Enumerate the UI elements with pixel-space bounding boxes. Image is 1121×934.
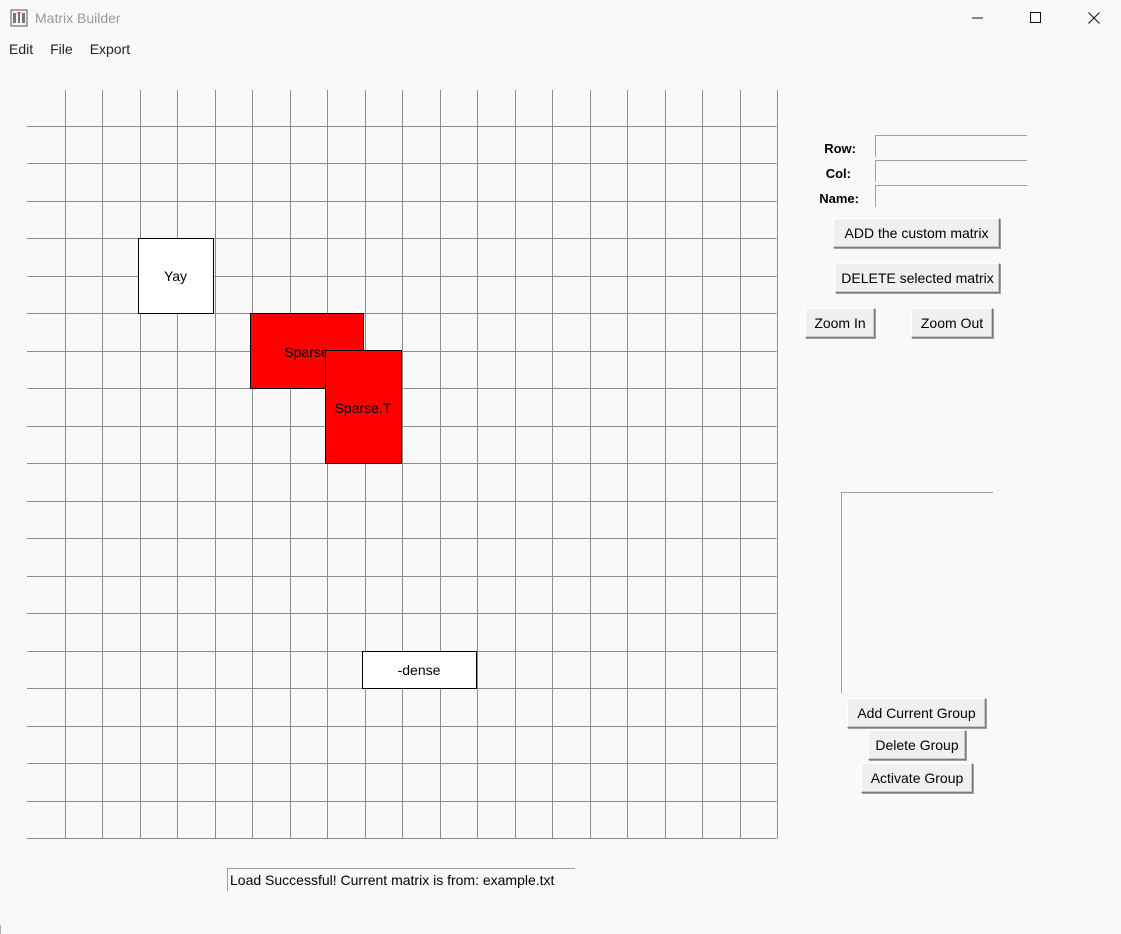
window-title: Matrix Builder (35, 10, 121, 26)
matrix-label: Yay (164, 268, 187, 284)
delete-group-button[interactable]: Delete Group (868, 730, 966, 760)
close-icon (1088, 12, 1100, 24)
zoom-in-button[interactable]: Zoom In (805, 308, 875, 338)
maximize-button[interactable] (1007, 0, 1065, 36)
menu-export[interactable]: Export (81, 38, 138, 62)
row-label: Row: (824, 141, 856, 156)
matrix-label: -dense (398, 662, 441, 678)
matrix-block[interactable]: Sparse.T (325, 350, 402, 464)
minimize-button[interactable] (949, 0, 1007, 36)
window-edge (0, 925, 1, 934)
minimize-icon (972, 17, 983, 19)
col-input[interactable] (875, 160, 1027, 182)
group-listbox[interactable] (841, 492, 993, 693)
add-current-group-button[interactable]: Add Current Group (847, 698, 986, 728)
row-input[interactable] (875, 135, 1027, 157)
matrix-block[interactable]: -dense (362, 651, 477, 689)
activate-group-button[interactable]: Activate Group (861, 763, 973, 793)
delete-matrix-button[interactable]: DELETE selected matrix (835, 263, 1000, 293)
name-input[interactable] (875, 185, 1027, 207)
matrix-grid[interactable]: Yay Sparse Sparse.T -dense (0, 88, 780, 842)
matrix-label: Sparse (284, 344, 329, 360)
menu-bar: Edit File Export (0, 38, 138, 62)
col-label: Col: (825, 166, 851, 181)
close-button[interactable] (1065, 0, 1121, 36)
menu-file[interactable]: File (41, 38, 81, 62)
matrix-label: Sparse.T (335, 400, 392, 416)
maximize-icon (1030, 12, 1041, 23)
add-matrix-button[interactable]: ADD the custom matrix (833, 218, 1000, 248)
matrix-block[interactable]: Yay (138, 238, 214, 314)
name-label: Name: (819, 191, 859, 206)
zoom-out-button[interactable]: Zoom Out (911, 308, 993, 338)
app-icon (10, 9, 28, 27)
menu-edit[interactable]: Edit (0, 38, 41, 62)
matrix-canvas[interactable]: Yay Sparse Sparse.T -dense (0, 88, 780, 842)
title-bar[interactable]: Matrix Builder (0, 0, 1121, 36)
status-label: Load Successful! Current matrix is from:… (227, 868, 575, 891)
